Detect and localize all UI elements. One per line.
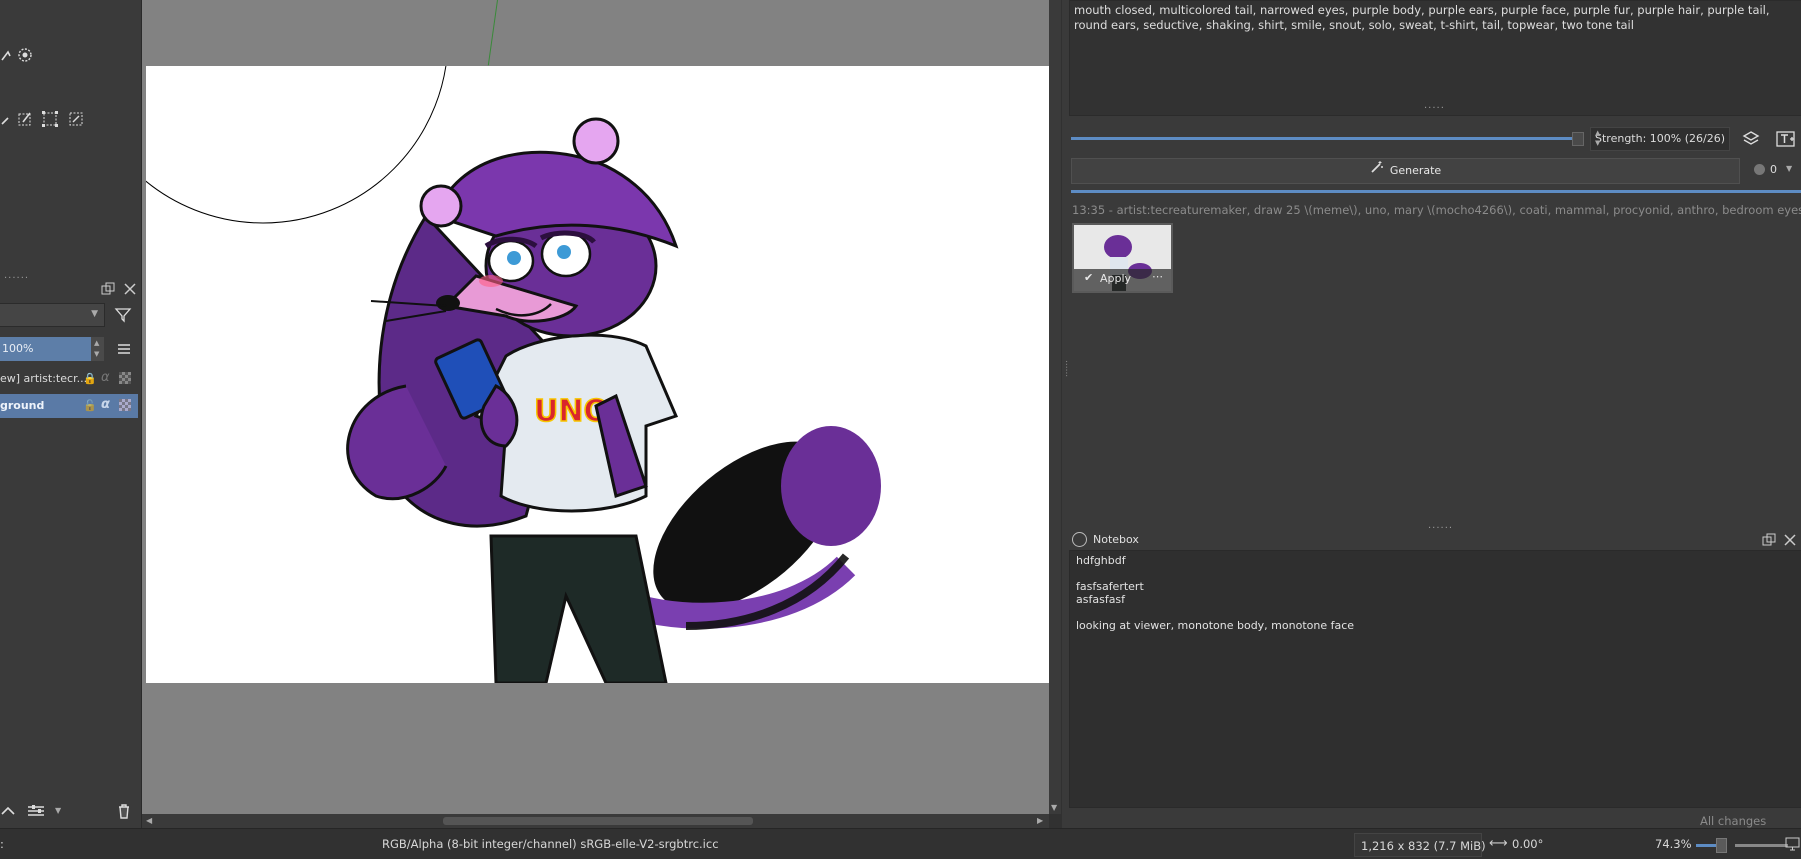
- notebox-textarea[interactable]: [1069, 550, 1801, 808]
- notebox-icon: [1072, 532, 1087, 547]
- opacity-value: 100%: [2, 342, 34, 355]
- more-options-icon[interactable]: ⋯: [1152, 270, 1163, 283]
- float-docker-icon[interactable]: [101, 282, 115, 296]
- horizontal-scroll-thumb[interactable]: [443, 817, 753, 825]
- strength-slider-handle[interactable]: [1572, 132, 1584, 146]
- layer-name: ew] artist:tecr...: [0, 372, 88, 385]
- alpha-lock-icon[interactable]: α: [101, 397, 110, 412]
- edit-selection-icon[interactable]: [16, 110, 34, 128]
- note-line: looking at viewer, monotone body, monoto…: [1076, 619, 1355, 632]
- scroll-left-arrow-icon[interactable]: ◀: [146, 816, 152, 825]
- layer-menu-icon[interactable]: [116, 341, 132, 357]
- layers-icon[interactable]: [1742, 130, 1760, 148]
- generate-label: Generate: [1389, 164, 1442, 177]
- filter-icon[interactable]: [114, 306, 132, 324]
- magic-wand-icon: [1370, 159, 1384, 183]
- rectangle-selection-icon[interactable]: [41, 110, 59, 128]
- text-prompt-icon[interactable]: [1776, 130, 1796, 148]
- stepper-up-icon[interactable]: ▲: [1595, 129, 1726, 137]
- alpha-lock-icon[interactable]: α: [101, 370, 110, 385]
- chevron-up-icon[interactable]: [0, 803, 16, 819]
- character-illustration: UNO: [146, 66, 881, 683]
- rotation-value[interactable]: 0.00°: [1512, 837, 1543, 851]
- stepper-down-icon[interactable]: ▼: [1595, 139, 1726, 147]
- docker-grip[interactable]: ......: [4, 270, 29, 281]
- generate-button[interactable]: Generate: [1071, 158, 1740, 184]
- prompt-text: mouth closed, multicolored tail, narrowe…: [1074, 3, 1770, 32]
- zoom-slider-handle[interactable]: [1716, 838, 1727, 853]
- color-profile-label[interactable]: RGB/Alpha (8-bit integer/channel) sRGB-e…: [382, 837, 719, 851]
- inherit-alpha-icon[interactable]: [119, 372, 131, 384]
- stepper-down-icon[interactable]: ▼: [94, 350, 99, 358]
- float-docker-icon[interactable]: [1762, 533, 1776, 547]
- scroll-down-arrow-icon[interactable]: ▼: [1051, 803, 1057, 812]
- inherit-alpha-icon[interactable]: [119, 399, 131, 411]
- dropdown-arrow-icon[interactable]: ▼: [55, 806, 61, 815]
- delete-layer-icon[interactable]: [116, 803, 132, 819]
- unlock-icon[interactable]: 🔓: [83, 399, 97, 412]
- layer-row-selected[interactable]: ground 🔓 α: [0, 394, 138, 418]
- image-size-box[interactable]: 1,216 x 832 (7.7 MiB): [1354, 833, 1486, 857]
- monitor-icon[interactable]: [1785, 836, 1800, 851]
- scroll-right-arrow-icon[interactable]: ▶: [1037, 816, 1043, 825]
- opacity-spinbox[interactable]: 100%: [0, 337, 104, 361]
- layer-row[interactable]: ew] artist:tecr... 🔒 α: [0, 367, 138, 391]
- queue-count: 0: [1770, 163, 1777, 176]
- note-line: asfasfasf: [1076, 593, 1126, 606]
- opacity-stepper[interactable]: ▲ ▼: [91, 337, 104, 361]
- apply-button[interactable]: Apply: [1100, 272, 1131, 285]
- note-line: hdfghbdf: [1076, 554, 1126, 567]
- notebox-title: Notebox: [1093, 533, 1139, 546]
- close-docker-icon[interactable]: [1783, 533, 1797, 547]
- chevron-down-icon: ▼: [91, 309, 98, 319]
- canvas-image[interactable]: UNO: [146, 66, 1049, 683]
- history-entry[interactable]: 13:35 - artist:tecreaturemaker, draw 25 …: [1072, 203, 1801, 217]
- similar-color-select-icon[interactable]: [16, 46, 34, 64]
- status-fragment: :: [0, 837, 4, 851]
- checkmark-icon: ✔: [1084, 271, 1094, 284]
- stepper-up-icon[interactable]: ▲: [94, 339, 99, 347]
- docker-splitter-grip[interactable]: ......: [1063, 360, 1073, 377]
- rotate-canvas-icon[interactable]: ⟷: [1489, 836, 1508, 851]
- image-size-label: 1,216 x 832 (7.7 MiB): [1361, 839, 1486, 853]
- blend-mode-select[interactable]: ▼: [0, 303, 105, 327]
- queue-status-icon: [1754, 164, 1765, 175]
- notebox-header: Notebox: [1069, 530, 1801, 550]
- result-thumbnail[interactable]: ✔ Apply ⋯: [1072, 223, 1173, 293]
- strength-spinbox[interactable]: Strength: 100% (26/26) ▲ ▼: [1590, 127, 1730, 151]
- freehand-selection-icon[interactable]: [67, 110, 85, 128]
- zoom-value[interactable]: 74.3%: [1655, 837, 1692, 851]
- close-docker-icon[interactable]: [123, 282, 137, 296]
- strength-slider[interactable]: [1071, 137, 1579, 140]
- vertical-scrollbar[interactable]: ▼: [1049, 0, 1061, 814]
- resize-grip[interactable]: .....: [1424, 100, 1445, 111]
- lock-icon[interactable]: 🔒: [83, 372, 97, 385]
- zoom-slider[interactable]: [1735, 844, 1788, 847]
- layer-properties-icon[interactable]: [27, 803, 45, 819]
- note-line: fasfsafertert: [1076, 580, 1144, 593]
- queue-counter[interactable]: 0 ▼: [1750, 158, 1800, 182]
- progress-bar: [1071, 190, 1801, 193]
- layer-name: ground: [0, 399, 45, 412]
- chevron-down-icon[interactable]: ▼: [1786, 164, 1792, 173]
